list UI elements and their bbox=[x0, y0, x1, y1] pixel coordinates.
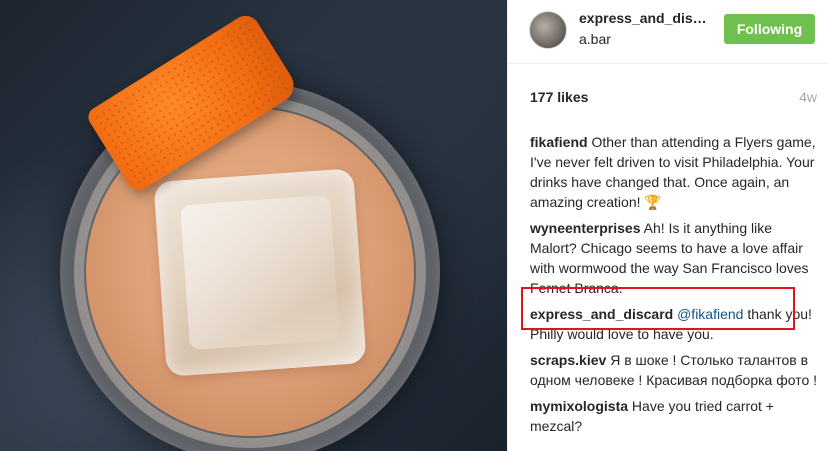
comment-username[interactable]: scraps.kiev bbox=[530, 352, 606, 368]
comment-item: express_and_discard @fikafiend thank you… bbox=[530, 304, 820, 344]
avatar[interactable] bbox=[529, 11, 567, 49]
comment-item: wyneenterprises Ah! Is it anything like … bbox=[530, 218, 820, 298]
comment-username[interactable]: mymixologista bbox=[530, 398, 628, 414]
comment-username[interactable]: wyneenterprises bbox=[530, 220, 641, 236]
comment-item: scraps.kiev Я в шоке ! Столько талантов … bbox=[530, 350, 820, 390]
author-username[interactable]: express_and_dis… bbox=[579, 10, 714, 26]
comment-mention[interactable]: @fikafiend bbox=[677, 306, 743, 322]
location-link[interactable]: a.bar bbox=[579, 31, 611, 47]
ice-cube bbox=[153, 168, 367, 377]
comment-list: fikafiend Other than attending a Flyers … bbox=[530, 132, 820, 442]
post-photo[interactable] bbox=[0, 0, 507, 451]
trophy-icon: 🏆 bbox=[644, 194, 662, 210]
post-side-panel: express_and_dis… a.bar Following 177 lik… bbox=[507, 0, 828, 451]
comment-item: fikafiend Other than attending a Flyers … bbox=[530, 132, 820, 212]
comment-username[interactable]: fikafiend bbox=[530, 134, 588, 150]
following-button[interactable]: Following bbox=[724, 14, 815, 44]
comment-item: mymixologista Have you tried carrot + me… bbox=[530, 396, 820, 436]
post-age[interactable]: 4w bbox=[799, 89, 817, 105]
post-header: express_and_dis… a.bar Following bbox=[508, 0, 828, 64]
likes-count[interactable]: 177 likes bbox=[530, 89, 588, 105]
comment-username[interactable]: express_and_discard bbox=[530, 306, 673, 322]
